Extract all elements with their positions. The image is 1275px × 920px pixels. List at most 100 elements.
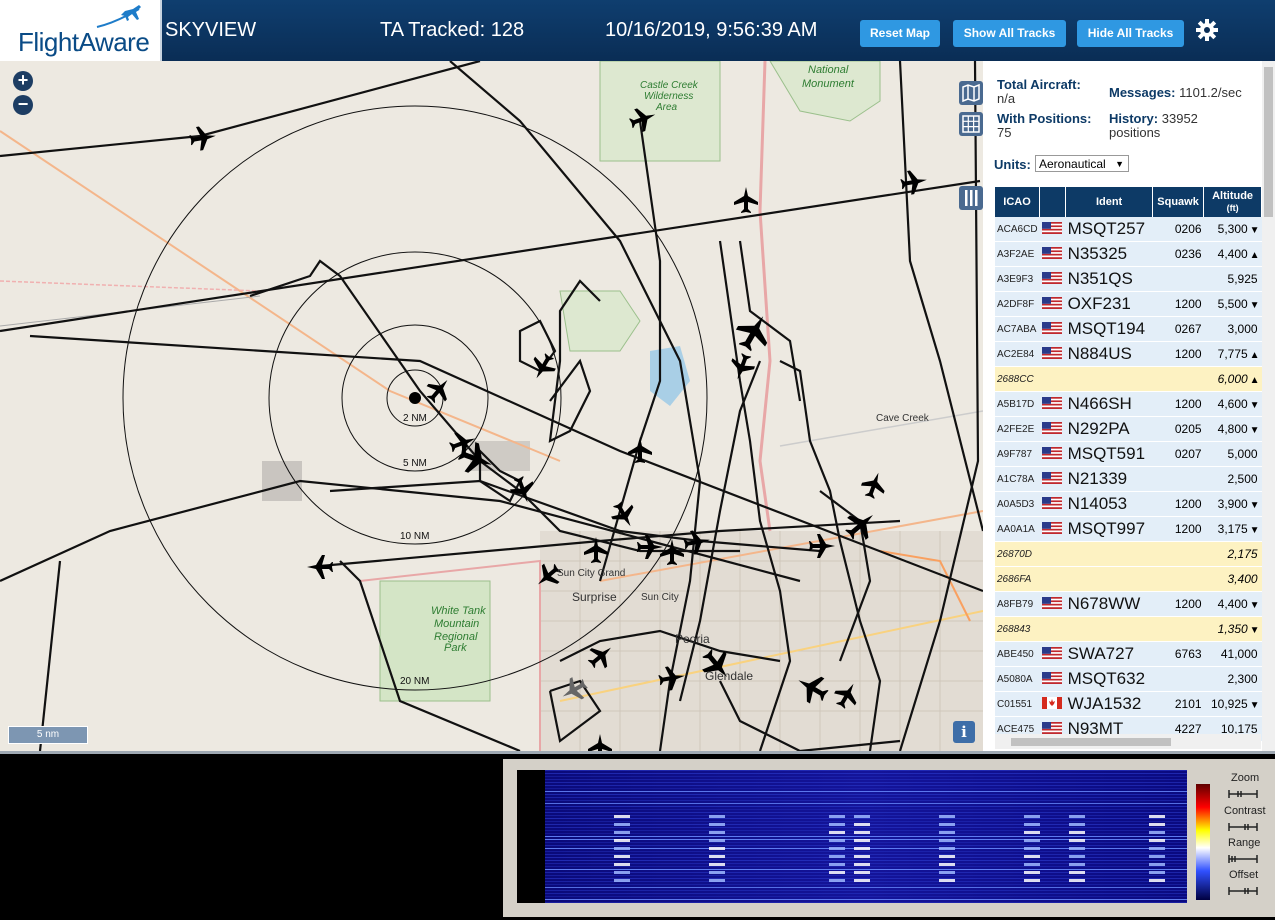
col-squawk[interactable]: Squawk xyxy=(1152,187,1205,217)
table-row[interactable]: A3E9F3 N351QS 5,925 xyxy=(995,266,1262,292)
ta-tracked-count: TA Tracked: 128 xyxy=(380,19,525,41)
cell-icao: AC7ABA xyxy=(995,316,1040,342)
aircraft-icon xyxy=(628,437,652,463)
cell-altitude: 4,400 ▲ xyxy=(1203,241,1262,267)
map-canvas[interactable]: 2 NM 5 NM 10 NM 20 NM Castle Creek Wilde… xyxy=(0,61,983,751)
altitude-trend: ▼ xyxy=(1249,700,1260,711)
cell-flag xyxy=(1039,541,1066,567)
us-flag-icon xyxy=(1041,246,1062,259)
table-row[interactable]: AA0A1A MSQT997 1200 3,175 ▼ xyxy=(995,516,1262,542)
with-positions-value: 75 xyxy=(997,125,1012,140)
castle-creek-label-1: Castle Creek xyxy=(640,80,699,91)
cell-flag xyxy=(1039,341,1066,367)
national-monument-label-2: Monument xyxy=(802,78,855,90)
table-row[interactable]: AC2E84 N884US 1200 7,775 ▲ xyxy=(995,341,1262,367)
table-row[interactable]: A2DF8F OXF231 1200 5,500 ▼ xyxy=(995,291,1262,317)
aircraft-table-body: ACA6CD MSQT257 0206 5,300 ▼ A3F2AE N35325 0236 4… xyxy=(995,217,1262,742)
table-row[interactable]: C01551 WJA1532 2101 10,925 ▼ xyxy=(995,691,1262,717)
col-flag[interactable] xyxy=(1039,187,1067,217)
table-row[interactable]: A5080A MSQT632 2,300 xyxy=(995,666,1262,692)
table-row[interactable]: 268843 1,350 ▼ xyxy=(995,616,1262,642)
altitude-trend: ▼ xyxy=(1249,500,1260,511)
table-row[interactable]: ABE450 SWA727 6763 41,000 xyxy=(995,641,1262,667)
history-unit: positions xyxy=(1109,125,1161,140)
units-select[interactable]: Aeronautical ▼ xyxy=(1035,155,1129,172)
vertical-scrollbar-thumb[interactable] xyxy=(1264,67,1273,217)
cell-flag xyxy=(1039,666,1066,692)
header-bar: FlightAware SKYVIEW TA Tracked: 128 10/1… xyxy=(0,0,1275,61)
us-flag-icon xyxy=(1041,321,1062,334)
range-label-5nm: 5 NM xyxy=(403,458,427,469)
aircraft-map[interactable]: 2 NM 5 NM 10 NM 20 NM Castle Creek Wilde… xyxy=(0,61,983,751)
cell-squawk: 1200 xyxy=(1152,516,1204,542)
horizontal-scrollbar-thumb[interactable] xyxy=(1011,738,1171,746)
columns-toggle-button[interactable] xyxy=(959,186,983,210)
table-row[interactable]: 2686FA 3,400 xyxy=(995,566,1262,592)
aircraft-icon xyxy=(861,472,885,499)
canada-flag-icon xyxy=(1041,696,1062,709)
altitude-value: 7,775 xyxy=(1217,347,1248,361)
show-all-tracks-button[interactable]: Show All Tracks xyxy=(953,20,1066,47)
cell-icao: A5080A xyxy=(995,666,1040,692)
table-row[interactable]: ACA6CD MSQT257 0206 5,300 ▼ xyxy=(995,217,1262,242)
zoom-in-button[interactable]: + xyxy=(13,71,33,91)
table-row[interactable]: 26870D 2,175 xyxy=(995,541,1262,567)
altitude-value: 5,925 xyxy=(1227,272,1258,286)
zoom-out-button[interactable]: − xyxy=(13,95,33,115)
us-flag-icon xyxy=(1041,471,1062,484)
table-header-row: ICAO Ident Squawk Altitude (ft) xyxy=(995,187,1263,217)
hide-all-tracks-button[interactable]: Hide All Tracks xyxy=(1077,20,1184,47)
messages-value: 1101.2/sec xyxy=(1179,85,1242,100)
range-label-10nm: 10 NM xyxy=(400,531,429,542)
cell-icao: A5B17D xyxy=(995,391,1040,417)
map-layer-button[interactable] xyxy=(959,81,983,105)
altitude-value: 3,000 xyxy=(1227,322,1258,336)
cell-ident xyxy=(1065,366,1153,392)
altitude-value: 10,925 xyxy=(1210,697,1248,711)
map-info-button[interactable]: i xyxy=(953,721,975,743)
col-icao[interactable]: ICAO xyxy=(995,187,1041,217)
with-positions-label: With Positions: xyxy=(997,111,1092,126)
cell-squawk xyxy=(1152,566,1204,592)
col-ident[interactable]: Ident xyxy=(1065,187,1154,217)
cell-squawk: 6763 xyxy=(1152,641,1204,667)
cell-ident: N351QS xyxy=(1065,266,1153,292)
waterfall-display[interactable] xyxy=(517,770,1187,903)
cell-squawk: 0207 xyxy=(1152,441,1204,467)
us-flag-icon xyxy=(1041,521,1062,534)
cell-altitude: 2,300 xyxy=(1203,666,1262,692)
cell-icao: 26870D xyxy=(995,541,1040,567)
current-datetime: 10/16/2019, 9:56:39 AM xyxy=(605,19,818,41)
col-altitude-label: Altitude xyxy=(1212,190,1254,202)
waterfall-sliders[interactable] xyxy=(1228,787,1258,897)
cell-ident xyxy=(1065,616,1153,642)
altitude-value: 2,300 xyxy=(1227,672,1258,686)
cell-flag xyxy=(1039,441,1066,467)
history-label: History: xyxy=(1109,111,1159,126)
grid-toggle-button[interactable] xyxy=(959,112,983,136)
col-altitude[interactable]: Altitude (ft) xyxy=(1203,187,1263,217)
table-row[interactable]: 2688CC 6,000 ▲ xyxy=(995,366,1262,392)
altitude-trend: ▼ xyxy=(1249,425,1260,436)
altitude-value: 4,400 xyxy=(1217,597,1248,611)
cell-icao: A2DF8F xyxy=(995,291,1040,317)
flightaware-logo[interactable]: FlightAware xyxy=(0,0,162,61)
reset-map-button[interactable]: Reset Map xyxy=(860,20,940,47)
cell-altitude: 6,000 ▲ xyxy=(1203,366,1262,392)
cell-icao: 2686FA xyxy=(995,566,1040,592)
altitude-trend: ▼ xyxy=(1249,400,1260,411)
table-row[interactable]: A0A5D3 N14053 1200 3,900 ▼ xyxy=(995,491,1262,517)
cell-squawk: 1200 xyxy=(1152,391,1204,417)
col-altitude-unit: (ft) xyxy=(1226,203,1239,213)
table-row[interactable]: A9F787 MSQT591 0207 5,000 xyxy=(995,441,1262,467)
table-row[interactable]: A8FB79 N678WW 1200 4,400 ▼ xyxy=(995,591,1262,617)
table-row[interactable]: A2FE2E N292PA 0205 4,800 ▼ xyxy=(995,416,1262,442)
table-row[interactable]: A5B17D N466SH 1200 4,600 ▼ xyxy=(995,391,1262,417)
gear-icon[interactable] xyxy=(1195,18,1219,42)
cell-squawk: 1200 xyxy=(1152,591,1204,617)
cell-squawk xyxy=(1152,366,1204,392)
table-row[interactable]: AC7ABA MSQT194 0267 3,000 xyxy=(995,316,1262,342)
table-row[interactable]: A3F2AE N35325 0236 4,400 ▲ xyxy=(995,241,1262,267)
table-row[interactable]: A1C78A N21339 2,500 xyxy=(995,466,1262,492)
cell-squawk: 2101 xyxy=(1152,691,1204,717)
